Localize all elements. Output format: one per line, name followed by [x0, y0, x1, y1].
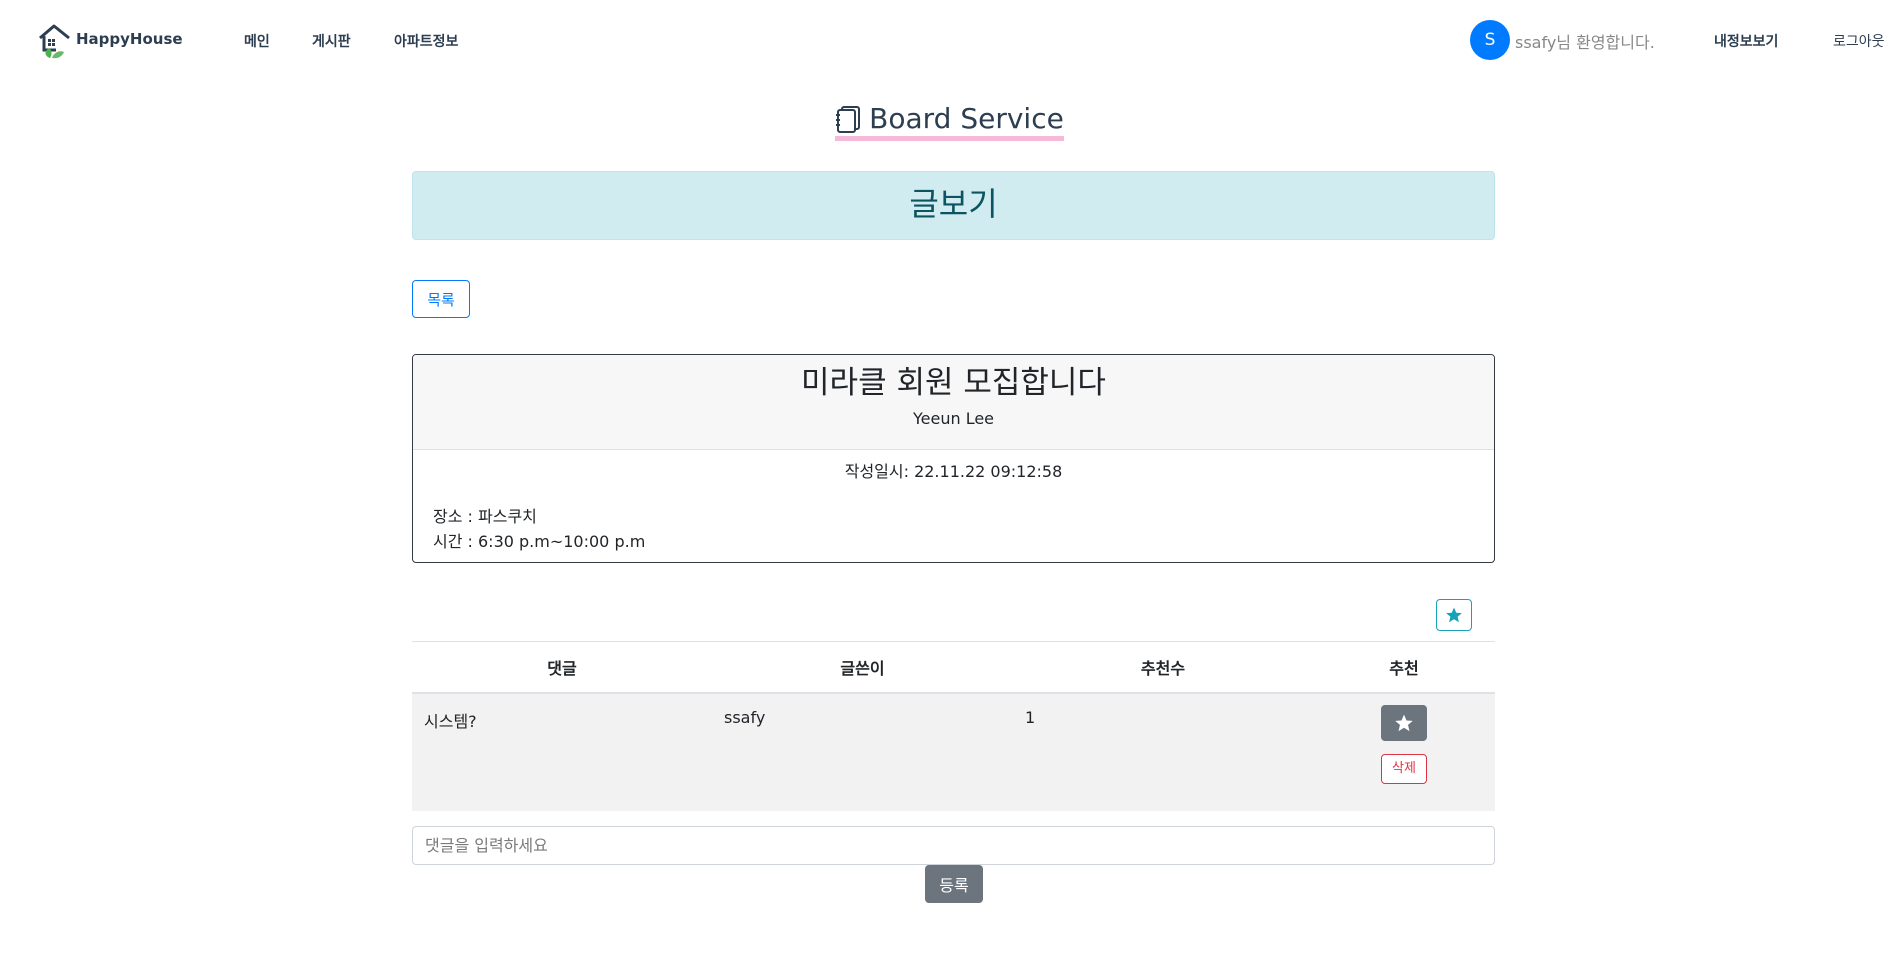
house-logo-icon [39, 24, 70, 59]
comment-input[interactable] [412, 826, 1495, 865]
comment-text: 시스템? [412, 692, 712, 811]
submit-comment-button[interactable]: 등록 [925, 865, 983, 903]
welcome-suffix: 님 환영합니다. [1556, 33, 1655, 52]
article-header: 미라클 회원 모집합니다 Yeeun Lee [413, 355, 1494, 450]
nav-link-board[interactable]: 게시판 [312, 31, 351, 51]
article-title: 미라클 회원 모집합니다 [801, 365, 1106, 401]
user-name: ssafy [1515, 33, 1557, 52]
welcome-message: ssafy님 환영합니다. [1515, 29, 1655, 53]
article-date: 작성일시: 22.11.22 09:12:58 [844, 462, 1063, 481]
page-title-text: Board Service [869, 102, 1064, 135]
star-icon [1395, 714, 1413, 731]
article-card: 미라클 회원 모집합니다 Yeeun Lee 작성일시: 22.11.22 09… [412, 354, 1495, 563]
navbar: HappyHouse 메인 게시판 아파트정보 S ssafy님 환영합니다. … [0, 0, 1899, 80]
nav-link-main[interactable]: 메인 [244, 31, 270, 51]
comment-writer: ssafy [712, 692, 1013, 811]
recommend-comment-button[interactable] [1381, 704, 1427, 741]
star-icon [1446, 607, 1462, 623]
delete-comment-button[interactable]: 삭제 [1381, 753, 1427, 784]
table-row: 시스템? ssafy 1 삭제 [412, 692, 1495, 811]
article-content: 장소 : 파스쿠치 시간 : 6:30 p.m~10:00 p.m [413, 482, 1494, 554]
notebook-icon [836, 106, 861, 133]
column-header-likes: 추천수 [1013, 641, 1313, 694]
comments-table: 댓글 글쓴이 추천수 추천 시스템? ssafy 1 삭제 [412, 641, 1495, 811]
comment-actions: 삭제 [1313, 692, 1495, 811]
comment-likes: 1 [1013, 692, 1313, 811]
article-content-line: 시간 : 6:30 p.m~10:00 p.m [433, 532, 646, 551]
user-avatar[interactable]: S [1470, 20, 1510, 60]
table-header-row: 댓글 글쓴이 추천수 추천 [412, 641, 1495, 694]
page-title: Board Service [0, 104, 1899, 141]
list-button[interactable]: 목록 [412, 280, 470, 318]
logout-link[interactable]: 로그아웃 [1833, 31, 1885, 51]
page-subtitle: 글보기 [412, 171, 1495, 240]
article-author: Yeeun Lee [912, 409, 995, 428]
nav-link-apartment[interactable]: 아파트정보 [394, 31, 458, 51]
article-content-line: 장소 : 파스쿠치 [433, 507, 537, 526]
column-header-recommend: 추천 [1313, 641, 1495, 694]
column-header-comment: 댓글 [412, 641, 712, 694]
brand-logo[interactable]: HappyHouse [38, 24, 183, 62]
column-header-writer: 글쓴이 [712, 641, 1013, 694]
recommend-article-button[interactable] [1436, 599, 1472, 631]
brand-name: HappyHouse [76, 30, 183, 48]
mypage-link[interactable]: 내정보보기 [1714, 31, 1778, 51]
